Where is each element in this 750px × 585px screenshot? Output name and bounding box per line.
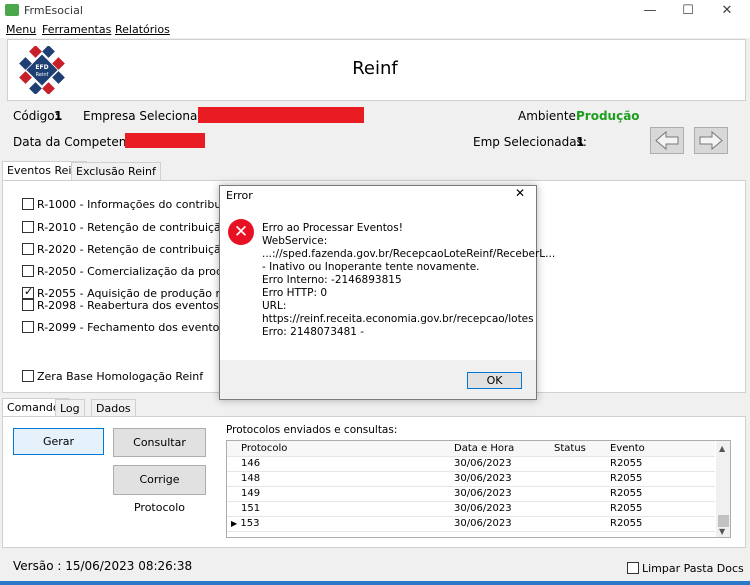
table-row[interactable]: 149 30/06/2023 R2055	[227, 486, 715, 502]
maximize-button[interactable]: ☐	[668, 0, 708, 22]
cell-status	[551, 456, 607, 472]
cell-protocolo: 148	[227, 471, 451, 487]
scroll-thumb[interactable]	[718, 515, 729, 527]
corrige-protocolo-button[interactable]: Corrige Protocolo	[113, 465, 206, 514]
cell-protocolo-current: ▶ 153	[227, 516, 451, 532]
cell-status	[551, 501, 607, 517]
cell-protocolo: 151	[227, 501, 451, 517]
next-arrow-button[interactable]	[694, 127, 728, 154]
dialog-message-line: Erro: 2148073481 -	[262, 326, 365, 338]
emp-selecionadas-value: 1	[576, 135, 585, 149]
gerar-button[interactable]: Gerar	[13, 428, 104, 455]
cell-evento: R2055	[607, 471, 715, 487]
zera-base-checkbox-row[interactable]: Zera Base Homologação Reinf	[22, 368, 203, 384]
cell-status	[551, 486, 607, 502]
app-icon	[5, 4, 19, 16]
column-header-evento[interactable]: Evento	[607, 441, 715, 457]
cell-evento: R2055	[607, 456, 715, 472]
event-label: R-1000 - Informações do contribuinte	[37, 197, 243, 211]
checkbox[interactable]	[22, 299, 34, 311]
table-row-current[interactable]: ▶ 153 30/06/2023 R2055	[227, 516, 715, 532]
menu-menu[interactable]: Menu	[6, 23, 36, 36]
protocolos-table: Protocolo Data e Hora Status Evento 146 3…	[226, 440, 731, 538]
cell-data: 30/06/2023	[451, 471, 551, 487]
menu-relatorios[interactable]: Relatórios	[115, 23, 170, 36]
arrow-left-icon	[655, 130, 679, 151]
cell-status	[551, 471, 607, 487]
checkbox[interactable]	[22, 198, 34, 210]
empresa-label: Empresa Selecionada:	[83, 109, 217, 123]
protocolos-title: Protocolos enviados e consultas:	[226, 424, 398, 436]
cell-data: 30/06/2023	[451, 486, 551, 502]
limpar-pasta-label: Limpar Pasta Docs	[642, 561, 744, 575]
table-scrollbar[interactable]: ▲ ▼	[716, 441, 730, 537]
column-header-status[interactable]: Status	[551, 441, 607, 457]
cell-evento: R2055	[607, 486, 715, 502]
row-pointer-icon: ▶	[231, 519, 238, 528]
dialog-message-line: Erro ao Processar Eventos!	[262, 222, 403, 234]
ok-button[interactable]: OK	[467, 372, 522, 389]
event-r1000[interactable]: R-1000 - Informações do contribuinte	[22, 196, 242, 212]
cell-evento: R2055	[607, 501, 715, 517]
ambiente-value: Produção	[576, 109, 640, 123]
consultar-button[interactable]: Consultar	[113, 428, 206, 457]
dialog-message-line: WebService:	[262, 235, 328, 247]
menu-ferramentas[interactable]: Ferramentas	[42, 23, 111, 36]
dialog-close-icon[interactable]: ✕	[509, 186, 531, 204]
cell-data: 30/06/2023	[451, 501, 551, 517]
cell-protocolo: 149	[227, 486, 451, 502]
ambiente-label: Ambiente:	[518, 109, 580, 123]
dialog-title: Error	[226, 189, 253, 202]
dialog-message-line: Erro Interno: -2146893815	[262, 274, 402, 286]
scroll-down-icon[interactable]: ▼	[719, 527, 725, 536]
arrow-right-icon	[699, 130, 723, 151]
limpar-pasta-row[interactable]: Limpar Pasta Docs	[627, 560, 744, 576]
table-header-row: Protocolo Data e Hora Status Evento	[227, 441, 715, 457]
close-window-button[interactable]: ✕	[707, 0, 747, 22]
menu-bar	[0, 22, 750, 38]
cell-protocolo: 146	[227, 456, 451, 472]
cell-evento: R2055	[607, 516, 715, 532]
dialog-message-line: URL:	[262, 300, 287, 312]
versao-label: Versão : 15/06/2023 08:26:38	[13, 559, 193, 573]
table-row[interactable]: 148 30/06/2023 R2055	[227, 471, 715, 487]
error-icon: ✕	[228, 219, 254, 245]
dialog-message-line: https://reinf.receita.economia.gov.br/re…	[262, 313, 534, 325]
checkbox[interactable]	[22, 243, 34, 255]
codigo-value: 1	[54, 109, 63, 123]
emp-selecionadas-label: Emp Selecionadas:	[473, 135, 587, 149]
minimize-button[interactable]: —	[630, 0, 670, 22]
dialog-message-line: Erro HTTP: 0	[262, 287, 328, 299]
cell-data: 30/06/2023	[451, 456, 551, 472]
cell-protocolo: 153	[240, 518, 260, 529]
checkbox[interactable]	[22, 321, 34, 333]
cell-status	[551, 516, 607, 532]
column-header-protocolo[interactable]: Protocolo	[227, 441, 451, 457]
column-header-data-hora[interactable]: Data e Hora	[451, 441, 551, 457]
tab-exclusao-reinf[interactable]: Exclusão Reinf	[71, 162, 161, 181]
checkbox[interactable]	[22, 370, 34, 382]
cell-data: 30/06/2023	[451, 516, 551, 532]
dialog-message-line: - Inativo ou Inoperante tente novamente.	[262, 261, 480, 273]
dialog-message-line: ...://sped.fazenda.gov.br/RecepcaoLoteRe…	[262, 248, 556, 260]
scroll-up-icon[interactable]: ▲	[719, 444, 725, 453]
bottom-accent-strip	[0, 581, 750, 585]
codigo-label: Código:	[13, 109, 59, 123]
checkbox[interactable]	[627, 562, 639, 574]
redacted-data	[125, 133, 205, 148]
checkbox[interactable]	[22, 265, 34, 277]
zera-base-label: Zera Base Homologação Reinf	[37, 369, 204, 383]
checkbox[interactable]	[22, 221, 34, 233]
table-row[interactable]: 151 30/06/2023 R2055	[227, 501, 715, 517]
page-title: Reinf	[352, 58, 398, 79]
redacted-empresa	[198, 107, 364, 123]
table-row[interactable]: 146 30/06/2023 R2055	[227, 456, 715, 472]
prev-arrow-button[interactable]	[650, 127, 684, 154]
window-title: FrmEsocial	[24, 4, 83, 17]
